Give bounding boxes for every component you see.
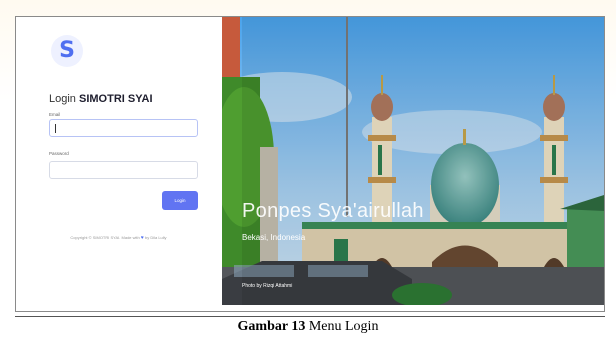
figure-caption: Gambar 13 Menu Login xyxy=(0,319,616,335)
heart-icon: ♥ xyxy=(140,235,144,241)
password-field[interactable] xyxy=(49,161,198,179)
caption-text: Menu Login xyxy=(308,319,379,334)
copyright-footer: Copyright © SIMOTRI SYAI. Made with ♥ by… xyxy=(16,235,221,241)
email-label: Email xyxy=(49,112,61,117)
hero-title: Ponpes Sya'airullah xyxy=(242,200,424,222)
caption-label: Gambar 13 xyxy=(237,319,306,334)
login-button[interactable]: Login xyxy=(162,191,198,210)
login-heading-app-name: SIMOTRI SYAI xyxy=(78,93,153,105)
hero-location: Bekasi, Indonesia xyxy=(242,233,306,242)
photo-credit: Photo by Rizqi Attahmi xyxy=(242,283,293,289)
mosque-photo xyxy=(222,17,604,305)
login-heading-prefix: Login xyxy=(49,93,76,105)
login-heading: Login SIMOTRI SYAI xyxy=(49,93,153,105)
footer-author: by Dila Lully xyxy=(144,235,167,240)
email-field[interactable] xyxy=(49,119,198,137)
text-caret xyxy=(55,124,56,133)
caption-divider xyxy=(15,316,605,317)
password-label: Password xyxy=(49,151,69,156)
hero-photo-panel: Ponpes Sya'airullah Bekasi, Indonesia Ph… xyxy=(222,17,604,305)
logo-letter: S xyxy=(59,38,75,63)
login-panel: S Login SIMOTRI SYAI Email Password Logi… xyxy=(16,17,221,305)
app-logo: S xyxy=(51,35,83,67)
footer-text: Copyright © SIMOTRI SYAI. Made with xyxy=(70,235,140,240)
